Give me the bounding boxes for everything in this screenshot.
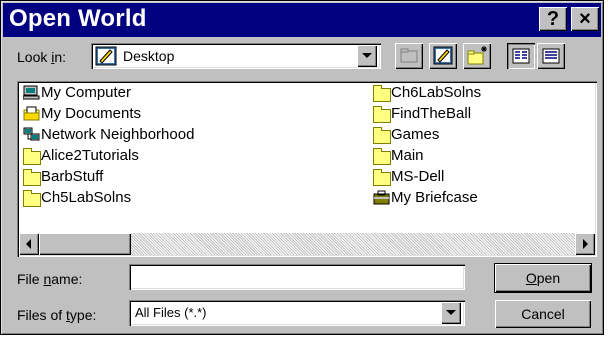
briefcase-icon: [373, 190, 390, 205]
horizontal-scrollbar[interactable]: [19, 233, 595, 255]
look-in-value: Desktop: [123, 48, 175, 64]
scroll-thumb[interactable]: [39, 233, 131, 255]
folder-icon: [373, 85, 391, 102]
open-button[interactable]: Open: [494, 263, 592, 293]
details-view-button[interactable]: [537, 43, 565, 69]
list-view-button[interactable]: [507, 43, 535, 69]
arrow-right-icon: [583, 239, 588, 249]
new-folder-icon: [467, 46, 487, 65]
list-view-icon: [512, 48, 530, 64]
my-documents-icon: [23, 106, 40, 121]
arrow-left-icon: [26, 239, 31, 249]
folder-icon: [23, 148, 41, 165]
files-of-type-dropdown[interactable]: All Files (*.*): [129, 300, 465, 326]
cancel-button[interactable]: Cancel: [495, 300, 591, 328]
file-name-input[interactable]: [129, 264, 465, 290]
look-in-dropdown-arrow[interactable]: [357, 45, 377, 67]
network-icon: [23, 127, 40, 141]
scroll-left-button[interactable]: [19, 233, 39, 255]
files-of-type-dropdown-arrow[interactable]: [441, 302, 461, 324]
folder-icon: [23, 190, 41, 207]
folder-icon: [373, 106, 391, 123]
folder-icon: [373, 148, 391, 165]
scroll-right-button[interactable]: [575, 233, 595, 255]
up-one-level-button[interactable]: [395, 43, 423, 69]
my-computer-icon: [23, 85, 40, 100]
new-folder-button[interactable]: [463, 43, 491, 69]
close-button[interactable]: ×: [571, 7, 599, 31]
dialog-title: Open World: [9, 5, 147, 32]
help-button[interactable]: ?: [539, 7, 567, 31]
folder-icon: [373, 169, 391, 186]
file-list[interactable]: My Computer My Documents Network Neighbo…: [17, 81, 597, 257]
files-of-type-value: All Files (*.*): [135, 305, 207, 320]
folder-icon: [23, 169, 41, 186]
desktop-icon: [95, 46, 117, 66]
look-in-label: Look in:: [17, 49, 67, 65]
open-world-dialog: Open World ? × Look in: Desktop My Compu…: [0, 0, 604, 335]
title-bar[interactable]: Open World ? ×: [3, 3, 601, 37]
look-in-dropdown[interactable]: Desktop: [91, 43, 381, 69]
file-name-label: File name:: [17, 271, 83, 287]
details-view-icon: [542, 48, 560, 64]
desktop-icon: [433, 46, 453, 65]
files-of-type-label: Files of type:: [17, 307, 97, 323]
folder-icon: [373, 127, 391, 144]
desktop-button[interactable]: [429, 43, 457, 69]
up-one-level-icon: [400, 48, 418, 63]
